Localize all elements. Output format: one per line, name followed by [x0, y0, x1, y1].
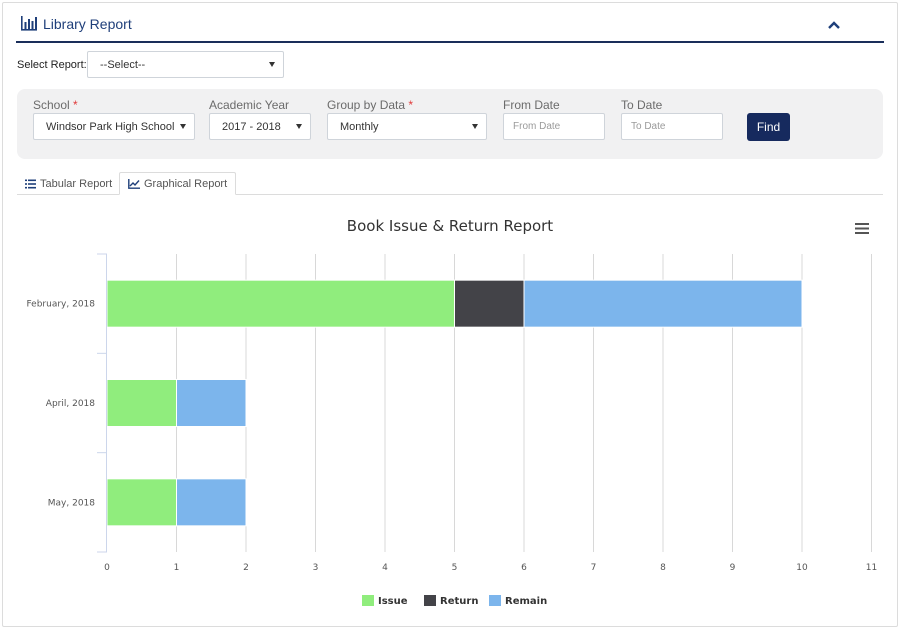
chart-title: Book Issue & Return Report [347, 217, 554, 235]
academic-year-select[interactable]: 2017 - 2018 [209, 113, 311, 140]
x-tick-label: 2 [243, 563, 249, 573]
y-tick-label: May, 2018 [48, 498, 96, 508]
x-tick-label: 3 [313, 563, 319, 573]
group-by-value: Monthly [340, 120, 379, 133]
bar-remain [176, 379, 247, 427]
x-tick-label: 0 [104, 563, 110, 573]
school-select[interactable]: Windsor Park High School [33, 113, 195, 140]
school-value: Windsor Park High School [46, 120, 175, 133]
from-date-placeholder: From Date [513, 121, 561, 132]
bar-chart-icon [21, 16, 37, 31]
bar-remain [523, 279, 803, 328]
x-tick-label: 1 [174, 563, 180, 573]
bar-issue [106, 478, 177, 527]
academic-year-label: Academic Year [209, 98, 290, 112]
legend-label-remain: Remain [505, 596, 547, 607]
required-mark: * [73, 98, 78, 112]
required-mark: * [408, 98, 414, 112]
legend-swatch-remain [489, 595, 501, 606]
to-date-placeholder: To Date [631, 121, 666, 132]
bar-remain [176, 478, 247, 527]
chevron-up-icon[interactable] [824, 16, 844, 36]
book-issue-return-chart: Book Issue & Return Report 0 1 2 3 4 5 6 7 8 9 10 1… [26, 217, 877, 607]
select-report-dropdown[interactable]: --Select-- [87, 51, 284, 78]
find-button[interactable]: Find [747, 113, 790, 141]
bar-issue [106, 379, 177, 427]
caret-down-icon [472, 123, 478, 129]
caret-down-icon [180, 123, 186, 129]
y-tick-label: April, 2018 [46, 399, 95, 409]
x-tick-label: 9 [730, 563, 736, 573]
academic-year-value: 2017 - 2018 [222, 120, 281, 133]
hamburger-menu-icon[interactable] [854, 222, 870, 236]
tab-label: Tabular Report [40, 177, 113, 190]
from-date-input[interactable]: From Date [503, 113, 605, 140]
caret-down-icon [269, 61, 275, 67]
card-header: Library Report [16, 10, 884, 43]
legend-swatch-return [424, 595, 436, 606]
legend-swatch-issue [362, 595, 374, 606]
group-by-label: Group by Data * [327, 98, 414, 112]
x-tick-label: 10 [796, 563, 808, 573]
tab-label: Graphical Report [144, 177, 228, 190]
caret-down-icon [296, 123, 302, 129]
select-report-value: --Select-- [100, 58, 146, 71]
x-tick-label: 6 [521, 563, 527, 573]
school-label: School * [33, 98, 78, 112]
x-tick-label: 4 [382, 563, 388, 573]
x-tick-label: 5 [452, 563, 458, 573]
tab-graphical-report[interactable]: Graphical Report [119, 172, 237, 195]
bar-return [454, 279, 525, 328]
list-icon [25, 179, 36, 188]
bar-issue [106, 279, 455, 328]
x-tick-label: 7 [591, 563, 597, 573]
legend-label-issue: Issue [378, 596, 408, 607]
from-date-label: From Date [503, 98, 560, 112]
x-tick-label: 8 [660, 563, 666, 573]
y-tick-label: February, 2018 [26, 300, 95, 310]
line-chart-icon [128, 178, 140, 189]
to-date-label: To Date [621, 98, 663, 112]
select-report-label: Select Report: [17, 59, 87, 71]
group-by-select[interactable]: Monthly [327, 113, 487, 140]
chart-legend: Issue Return Remain [362, 595, 547, 607]
x-tick-label: 11 [866, 563, 877, 573]
tab-tabular-report[interactable]: Tabular Report [17, 172, 120, 195]
legend-label-return: Return [440, 596, 478, 607]
to-date-input[interactable]: To Date [621, 113, 723, 140]
page-title: Library Report [43, 16, 132, 32]
